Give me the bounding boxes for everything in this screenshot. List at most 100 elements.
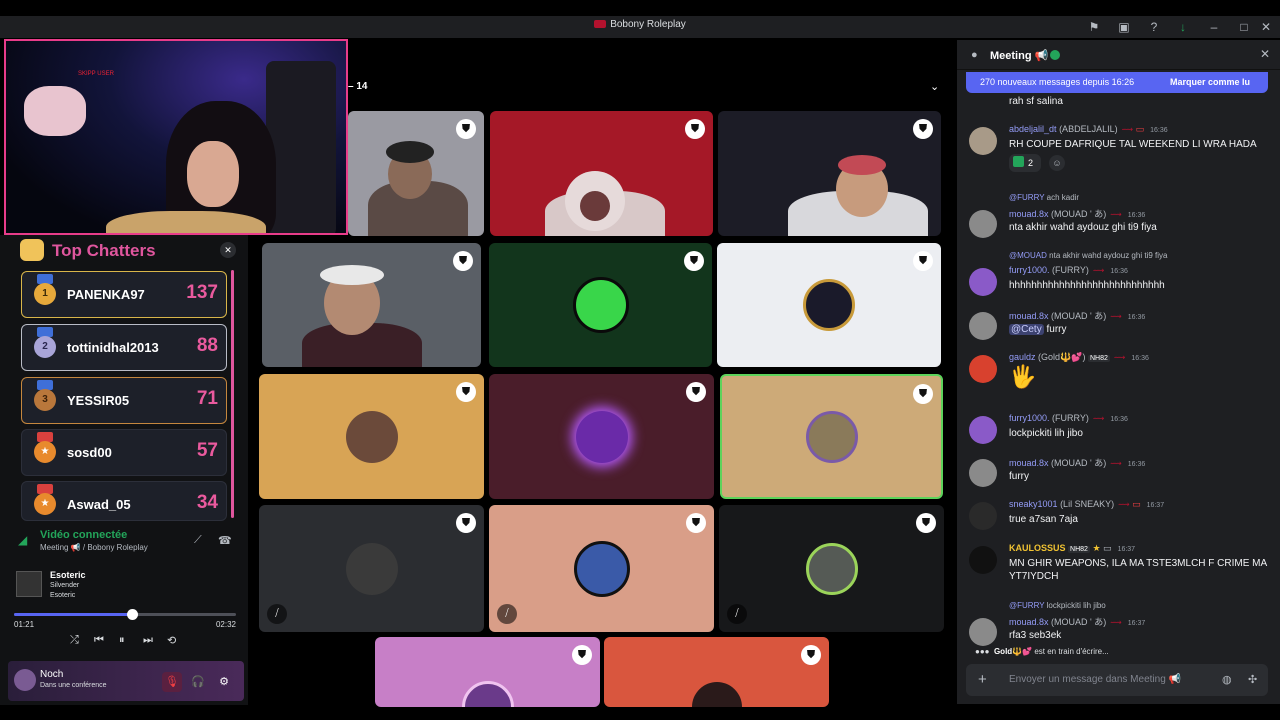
seek-bar[interactable]	[14, 609, 236, 620]
shield-icon: ⛊	[916, 513, 936, 533]
user-avatar	[805, 542, 858, 595]
shuffle-icon[interactable]: ⤮	[70, 634, 79, 647]
avatar[interactable]	[969, 210, 997, 238]
message-text: MN GHIR WEAPONS, ILA MA TSTE3MLCH F CRIM…	[1009, 558, 1267, 582]
video-tile[interactable]: ⛊	[718, 111, 941, 236]
duration-time: 02:32	[215, 620, 236, 629]
message-text: RH COUPE DAFRIQUE TAL WEEKEND LI WRA HAD…	[1009, 139, 1257, 150]
new-messages-text: 270 nouveaux messages depuis 16:26	[980, 77, 1135, 87]
user-avatar	[575, 410, 628, 463]
close-window-button[interactable]: ✕	[1258, 19, 1274, 35]
message-input[interactable]: Envoyer un message dans Meeting 📢	[1009, 674, 1181, 685]
video-tile[interactable]: ⛊	[489, 374, 714, 499]
avatar[interactable]	[14, 669, 36, 691]
chatter-name: sosd00	[67, 445, 112, 460]
video-tile[interactable]: ⛊	[489, 243, 712, 367]
video-tile[interactable]: ⛊	[262, 243, 481, 367]
participant-count: – 14	[348, 81, 368, 92]
video-tile[interactable]: ⛊	[717, 243, 941, 367]
mic-muted-icon: ⧸	[497, 604, 517, 624]
voice-channel[interactable]: Meeting 📢 / Bobony Roleplay	[40, 543, 148, 552]
video-tile[interactable]: ⛊	[348, 111, 484, 236]
reply-preview[interactable]: @MOUAD nta akhir wahd aydouz ghi ti9 fiy…	[1009, 251, 1167, 260]
gold-medal-icon: 1	[34, 283, 56, 305]
message-meta: furry1000. (FURRY) ⟿ 16:36	[1009, 265, 1128, 275]
chevron-down-icon[interactable]: ⌄	[930, 80, 939, 93]
username: Noch	[40, 669, 64, 680]
flag-icon[interactable]: ⚑	[1086, 19, 1102, 35]
avatar[interactable]	[969, 459, 997, 487]
video-tile[interactable]: ⛊ ⧸	[489, 505, 714, 632]
avatar[interactable]	[969, 546, 997, 574]
shield-icon: ⛊	[572, 645, 592, 665]
reply-preview[interactable]: @FURRY lockpickiti lih jibo	[1009, 601, 1106, 610]
headphones-icon[interactable]: 🎧	[188, 672, 208, 692]
user-avatar	[572, 277, 629, 333]
shield-icon: ⛊	[456, 513, 476, 533]
elapsed-time: 01:21	[14, 620, 35, 629]
gear-icon[interactable]: ⚙	[214, 672, 234, 692]
avatar[interactable]	[969, 312, 997, 340]
new-messages-bar[interactable]: 270 nouveaux messages depuis 16:26 Marqu…	[966, 72, 1268, 93]
avatar[interactable]	[969, 502, 997, 530]
message-emoji: 🖐	[1009, 364, 1037, 389]
screen-icon[interactable]: ▣	[1116, 19, 1132, 35]
chatter-score: 88	[196, 335, 218, 356]
video-tile[interactable]: ⛊	[375, 637, 600, 707]
disconnect-icon[interactable]: ☎	[218, 534, 232, 547]
pause-icon[interactable]: ⏸	[119, 634, 125, 647]
shield-icon: ⛊	[685, 119, 705, 139]
close-icon[interactable]: ✕	[1260, 47, 1270, 61]
add-reaction-icon[interactable]: ☺	[1049, 155, 1065, 171]
user-mention[interactable]: @Cety	[1009, 324, 1044, 335]
user-avatar	[345, 542, 398, 595]
mark-read-button[interactable]: Marquer comme lu	[1170, 77, 1250, 87]
user-panel: Noch Dans une conférence 🎙 🎧 ⚙	[8, 661, 244, 701]
message-composer[interactable]: + Envoyer un message dans Meeting 📢 ◍ ✣	[966, 664, 1268, 696]
chatter-score: 34	[196, 492, 218, 513]
video-tile[interactable]: ⛊	[490, 111, 713, 236]
video-tile-speaking[interactable]: ⛊	[720, 374, 943, 499]
chat-channel-name: Meeting 📢	[990, 50, 1049, 62]
help-icon[interactable]: ?	[1146, 19, 1162, 35]
user-avatar	[805, 410, 858, 463]
reply-preview[interactable]: @FURRY ach kadir	[1009, 193, 1079, 202]
next-icon[interactable]: ⏭	[143, 634, 153, 647]
user-avatar	[345, 410, 398, 463]
message-meta: sneaky1001 (Lil SNEAKY) ⟿ ▭ 16:37	[1009, 499, 1165, 509]
music-player: Esoteric Silvender Esoteric 01:21 02:32 …	[8, 563, 244, 658]
video-tile[interactable]: ⛊	[259, 374, 484, 499]
avatar[interactable]	[969, 416, 997, 444]
sticker-icon[interactable]: ◍	[1222, 673, 1232, 686]
user-avatar	[803, 279, 855, 331]
top-chatters-title: Top Chatters	[52, 241, 156, 260]
avatar[interactable]	[969, 355, 997, 383]
shield-icon: ⛊	[456, 119, 476, 139]
shield-icon: ⛊	[453, 251, 473, 271]
song-title: Esoteric	[50, 570, 86, 580]
noise-suppression-icon[interactable]: ⟋	[194, 534, 202, 547]
mic-muted-icon[interactable]: 🎙	[162, 672, 182, 692]
avatar[interactable]	[969, 618, 997, 646]
add-attachment-icon[interactable]: +	[978, 671, 987, 688]
download-icon[interactable]: ↓	[1175, 19, 1191, 35]
close-icon[interactable]: ✕	[220, 242, 236, 258]
chatter-name: Aswad_05	[67, 497, 131, 512]
reaction-check[interactable]: 2	[1009, 154, 1041, 172]
apps-icon[interactable]: ✣	[1248, 673, 1257, 686]
user-avatar	[461, 681, 514, 707]
minimize-button[interactable]: –	[1206, 19, 1222, 35]
avatar[interactable]	[969, 127, 997, 155]
scrollbar[interactable]	[231, 270, 234, 518]
video-tile[interactable]: ⛊ ⧸	[259, 505, 484, 632]
message-meta: gauldz (Gold🔱💕) NH82 ⟿ 16:36	[1009, 352, 1149, 362]
previous-icon[interactable]: ⏮	[94, 634, 104, 647]
video-tile[interactable]: ⛊	[604, 637, 829, 707]
repeat-icon[interactable]: ⟲	[167, 634, 176, 647]
message-meta: mouad.8x (MOUAD ' あ) ⟿ 16:36	[1009, 311, 1146, 321]
shield-icon: ⛊	[913, 119, 933, 139]
avatar[interactable]	[969, 268, 997, 296]
video-tile[interactable]: ⛊ ⧸	[719, 505, 944, 632]
seek-handle[interactable]	[126, 609, 138, 620]
maximize-button[interactable]: □	[1236, 19, 1252, 35]
